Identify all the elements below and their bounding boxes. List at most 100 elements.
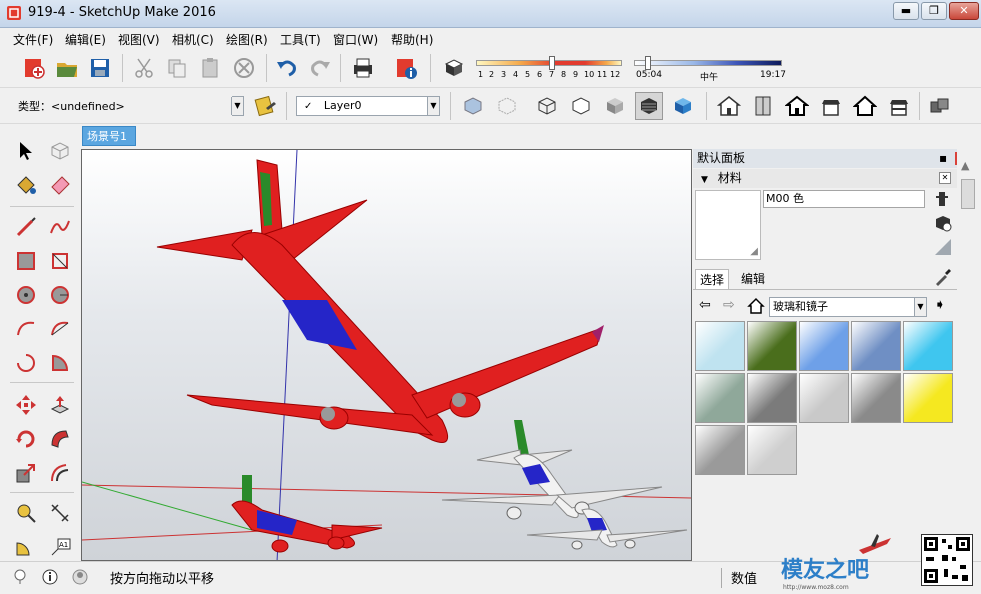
redo-icon[interactable] [306, 54, 334, 82]
white-airplane-model-small[interactable] [526, 508, 688, 550]
swatch-glass-green[interactable] [747, 321, 797, 371]
copy-icon[interactable] [163, 54, 191, 82]
scroll-up-icon[interactable]: ▲ [961, 159, 969, 172]
swatch-mirror-dark[interactable] [695, 425, 745, 475]
back-view-icon[interactable] [851, 92, 879, 120]
shaded-textures-icon[interactable] [635, 92, 663, 120]
swatch-glass-block[interactable] [747, 373, 797, 423]
menu-help[interactable]: 帮助(H) [391, 31, 433, 48]
small-red-airplane-model[interactable] [231, 475, 383, 553]
swatch-glass-grey[interactable] [851, 373, 901, 423]
erase-icon[interactable] [230, 54, 258, 82]
model-viewport[interactable] [81, 149, 692, 561]
tab-edit[interactable]: 编辑 [737, 269, 769, 289]
two-point-arc-icon[interactable] [45, 314, 75, 344]
three-point-arc-icon[interactable] [11, 348, 41, 378]
component-attributes-icon[interactable] [252, 92, 280, 120]
forward-arrow-icon[interactable]: ⇨ [723, 297, 735, 313]
cut-icon[interactable] [130, 54, 158, 82]
large-airplane-model[interactable] [156, 159, 604, 443]
material-name-field[interactable]: M00 色 [763, 190, 925, 208]
tab-select[interactable]: 选择 [695, 269, 730, 289]
make-component-icon[interactable] [45, 136, 75, 166]
shadow-time-slider[interactable] [634, 56, 782, 70]
wireframe-icon[interactable] [533, 92, 561, 120]
default-material-icon[interactable] [933, 213, 953, 233]
new-model-icon[interactable] [20, 54, 48, 82]
components-icon[interactable] [926, 92, 954, 120]
menu-edit[interactable]: 编辑(E) [65, 31, 106, 48]
shaded-icon[interactable] [601, 92, 629, 120]
menu-camera[interactable]: 相机(C) [172, 31, 214, 48]
left-view-icon[interactable] [885, 92, 913, 120]
save-icon[interactable] [86, 54, 114, 82]
geo-location-icon[interactable] [12, 569, 28, 585]
home-icon[interactable] [747, 297, 765, 315]
pin-icon[interactable]: ▪ [939, 149, 947, 168]
materials-section-header[interactable]: ▼ 材料 ✕ [693, 169, 957, 188]
iso-view-icon[interactable] [715, 92, 743, 120]
menu-file[interactable]: 文件(F) [13, 31, 53, 48]
tray-scrollbar[interactable]: ▲ [957, 149, 981, 561]
eraser-icon[interactable] [45, 170, 75, 200]
protractor-icon[interactable] [11, 532, 41, 562]
right-view-icon[interactable] [817, 92, 845, 120]
hidden-line-icon[interactable] [567, 92, 595, 120]
monochrome-icon[interactable] [669, 92, 697, 120]
menu-tools[interactable]: 工具(T) [280, 31, 321, 48]
back-edges-icon[interactable] [493, 92, 521, 120]
swatch-glass-frosted[interactable] [799, 373, 849, 423]
white-airplane-model[interactable] [441, 420, 663, 520]
menu-window[interactable]: 窗口(W) [333, 31, 378, 48]
freehand-icon[interactable] [45, 212, 75, 242]
rotate-icon[interactable] [11, 424, 41, 454]
shadow-month-slider[interactable] [476, 56, 622, 70]
eyedropper-icon[interactable] [933, 267, 953, 287]
rotated-rectangle-icon[interactable] [45, 246, 75, 276]
scale-icon[interactable] [11, 458, 41, 488]
swatch-glass-blue[interactable] [799, 321, 849, 371]
swatch-glass-striped[interactable] [695, 373, 745, 423]
select-icon[interactable] [11, 136, 41, 166]
arc-icon[interactable] [11, 314, 41, 344]
shadows-icon[interactable] [440, 54, 468, 82]
xray-icon[interactable] [459, 92, 487, 120]
print-icon[interactable] [349, 54, 377, 82]
offset-icon[interactable] [45, 458, 75, 488]
minimize-button[interactable]: ▬ [893, 2, 919, 20]
user-icon[interactable] [72, 569, 88, 585]
section-close-icon[interactable]: ✕ [939, 172, 951, 184]
library-dropdown[interactable]: 玻璃和镜子 ▼ [769, 297, 927, 317]
swatch-glass-blue-tint[interactable] [695, 321, 745, 371]
line-icon[interactable] [11, 212, 41, 242]
swatch-glass-cyan[interactable] [903, 321, 953, 371]
maximize-button[interactable]: ❐ [921, 2, 947, 20]
create-material-icon[interactable] [933, 190, 953, 208]
text-icon[interactable]: A1 [45, 532, 75, 562]
paint-bucket-icon[interactable] [11, 170, 41, 200]
menu-view[interactable]: 视图(V) [118, 31, 160, 48]
open-icon[interactable] [53, 54, 81, 82]
details-arrow-icon[interactable]: ➧ [934, 297, 946, 313]
credits-icon[interactable] [42, 569, 58, 585]
pie-icon[interactable] [45, 348, 75, 378]
layer-dropdown[interactable]: ✓ Layer0 ▼ [296, 96, 440, 116]
circle-icon[interactable] [11, 280, 41, 310]
tape-measure-icon[interactable] [11, 498, 41, 528]
back-arrow-icon[interactable]: ⇦ [699, 297, 711, 313]
scene-tab[interactable]: 场景号1 [82, 126, 136, 146]
paste-icon[interactable] [196, 54, 224, 82]
entity-type-dropdown[interactable]: ▼ [231, 96, 244, 116]
swatch-glass-yellow[interactable] [903, 373, 953, 423]
top-view-icon[interactable] [749, 92, 777, 120]
menu-draw[interactable]: 绘图(R) [226, 31, 268, 48]
polygon-icon[interactable] [45, 280, 75, 310]
move-icon[interactable] [11, 390, 41, 420]
model-info-icon[interactable] [392, 54, 420, 82]
front-view-icon[interactable] [783, 92, 811, 120]
dimension-icon[interactable] [45, 498, 75, 528]
follow-me-icon[interactable] [45, 424, 75, 454]
swatch-mirror-light[interactable] [747, 425, 797, 475]
undo-icon[interactable] [273, 54, 301, 82]
scroll-thumb[interactable] [961, 179, 975, 209]
